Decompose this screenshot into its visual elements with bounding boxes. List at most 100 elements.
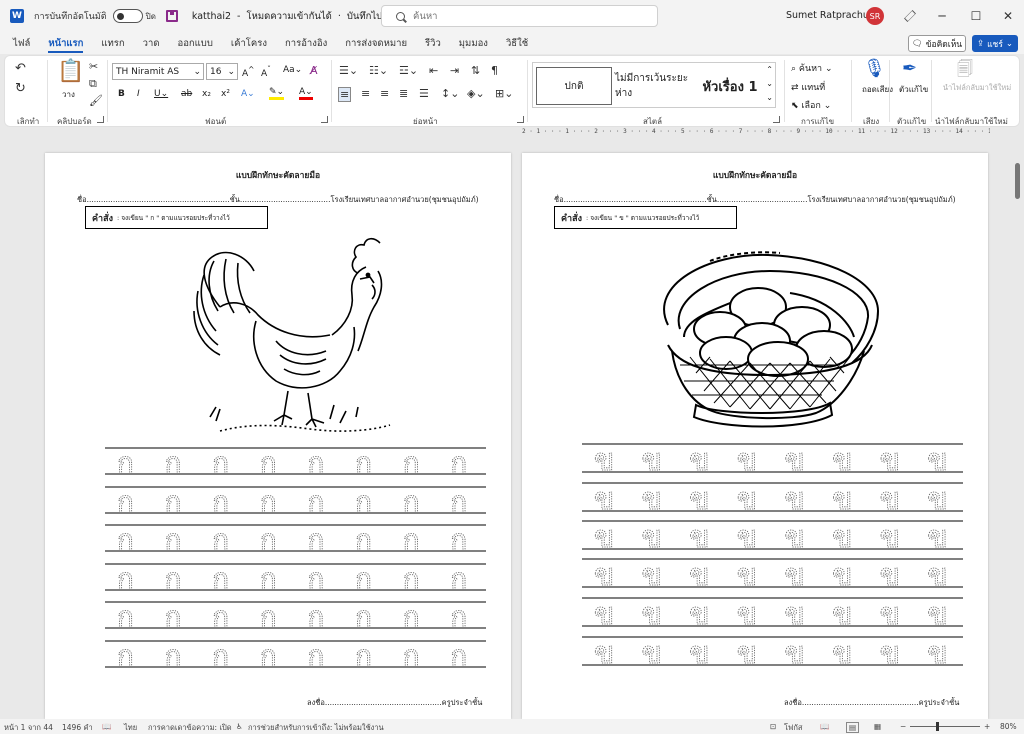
editor-button[interactable]: ตัวแก้ไข	[899, 83, 928, 96]
avatar[interactable]: SR	[866, 7, 884, 25]
save-icon[interactable]	[165, 10, 178, 22]
minimize-button[interactable]: ─	[932, 6, 952, 26]
accessibility-status[interactable]: การช่วยสำหรับการเข้าถึง: ไม่พร้อมใช้งาน	[248, 722, 384, 734]
find-button[interactable]: ⌕ ค้นหา ⌄	[791, 61, 833, 75]
tab-references[interactable]: การอ้างอิง	[276, 32, 336, 54]
user-name[interactable]: Sumet Ratprachum	[786, 10, 878, 21]
scroll-thumb[interactable]	[1015, 163, 1020, 199]
tracing-letter: ก	[307, 446, 324, 479]
clipboard-dialog-launcher[interactable]	[97, 116, 104, 123]
tab-draw[interactable]: วาด	[134, 32, 169, 54]
font-color-icon[interactable]: A⌄	[299, 87, 313, 100]
paste-icon[interactable]: 📋	[57, 61, 84, 83]
multilevel-list-icon[interactable]: ☲⌄	[399, 65, 418, 76]
comments-button[interactable]: 🗨 ข้อคิดเห็น	[908, 35, 966, 52]
highlight-icon[interactable]: ✎⌄	[269, 87, 285, 100]
tab-home[interactable]: หน้าแรก	[39, 32, 92, 54]
proofing-icon[interactable]: 📖	[102, 722, 111, 731]
text-prediction[interactable]: การคาดเดาข้อความ: เปิด	[148, 722, 232, 734]
text-effects-icon[interactable]: A⌄	[241, 89, 255, 99]
increase-indent-icon[interactable]: ⇥	[450, 65, 459, 76]
paragraph-dialog-launcher[interactable]	[517, 116, 524, 123]
underline-icon[interactable]: U⌄	[154, 89, 168, 99]
vertical-scrollbar[interactable]	[1015, 153, 1021, 719]
style-heading-1[interactable]: หัวเรื่อง 1	[695, 67, 765, 105]
tab-insert[interactable]: แทรก	[92, 32, 133, 54]
tab-view[interactable]: มุมมอง	[450, 32, 497, 54]
font-size-select[interactable]: 16 ⌄	[206, 63, 238, 80]
grow-font-icon[interactable]: A^	[242, 65, 254, 79]
justify-icon[interactable]: ≣	[399, 88, 408, 99]
style-normal[interactable]: ปกติ	[536, 67, 612, 105]
style-no-spacing[interactable]: ไม่มีการเว้นระยะห่าง	[615, 67, 691, 105]
line-spacing-icon[interactable]: ↕⌄	[441, 88, 459, 99]
microphone-icon[interactable]: 🎙	[863, 60, 886, 78]
share-button[interactable]: ⇪ แชร์ ⌄	[972, 35, 1018, 52]
zoom-in-icon[interactable]: +	[984, 722, 990, 731]
word-count[interactable]: 1496 คำ	[62, 722, 93, 734]
zoom-level[interactable]: 80%	[1000, 722, 1017, 731]
focus-button[interactable]: โฟกัส	[784, 722, 802, 734]
bullets-icon[interactable]: ☰⌄	[339, 65, 358, 76]
undo-icon[interactable]: ↶	[15, 62, 26, 75]
cut-icon[interactable]: ✂	[89, 61, 98, 72]
zoom-slider-thumb[interactable]	[936, 722, 939, 731]
decrease-indent-icon[interactable]: ⇤	[429, 65, 438, 76]
zoom-slider[interactable]	[910, 726, 980, 727]
tab-layout[interactable]: เค้าโครง	[222, 32, 276, 54]
borders-icon[interactable]: ⊞⌄	[495, 88, 513, 99]
strikethrough-icon[interactable]: ab	[181, 89, 192, 99]
align-right-icon[interactable]: ≡	[380, 88, 389, 99]
maximize-button[interactable]: ☐	[966, 6, 986, 26]
tracing-letter: ก	[117, 600, 134, 633]
numbering-icon[interactable]: ☷⌄	[369, 65, 388, 76]
font-name-select[interactable]: TH Niramit AS ⌄	[112, 63, 204, 80]
close-button[interactable]: ✕	[998, 6, 1018, 26]
bold-icon[interactable]: B	[118, 89, 125, 99]
more-styles-icon[interactable]: ⌄	[766, 93, 773, 102]
paste-label[interactable]: วาง	[62, 88, 75, 101]
styles-dialog-launcher[interactable]	[773, 116, 780, 123]
reuse-files-button[interactable]: นำไฟล์กลับมาใช้ใหม่	[937, 82, 1017, 94]
tab-help[interactable]: วิธีใช้	[497, 32, 537, 54]
align-center-icon[interactable]: ≡	[361, 88, 370, 99]
italic-icon[interactable]: I	[137, 89, 140, 99]
reuse-files-icon[interactable]: 🗐	[957, 61, 973, 77]
document-page-1[interactable]: แบบฝึกทักษะคัดลายมือ ชื่อ...............…	[45, 153, 511, 719]
clear-formatting-icon[interactable]: A̸	[310, 64, 318, 77]
read-mode-icon[interactable]: 📖	[820, 722, 829, 731]
web-layout-icon[interactable]: ▦	[874, 722, 881, 731]
print-layout-icon[interactable]: ▤	[846, 722, 860, 733]
tab-file[interactable]: ไฟล์	[4, 32, 39, 54]
search-input[interactable]	[413, 10, 613, 22]
format-painter-icon[interactable]: 🖌	[89, 95, 103, 106]
select-button[interactable]: ⬉ เลือก ⌄	[791, 98, 831, 112]
font-dialog-launcher[interactable]	[321, 116, 328, 123]
tab-review[interactable]: รีวิว	[416, 32, 450, 54]
editor-icon[interactable]: ✒	[902, 60, 917, 78]
subscript-icon[interactable]: x₂	[202, 89, 211, 99]
horizontal-ruler[interactable]: 2 · 1 · · · 1 · · · 2 · · · 3 · · · 4 · …	[522, 128, 990, 140]
align-left-icon[interactable]: ≡	[338, 87, 352, 102]
superscript-icon[interactable]: x²	[221, 89, 230, 99]
copy-icon[interactable]: ⧉	[89, 78, 97, 89]
show-marks-icon[interactable]: ¶	[491, 65, 498, 76]
distributed-icon[interactable]: ☰	[419, 88, 429, 99]
pen-icon[interactable]	[904, 10, 916, 22]
tab-design[interactable]: ออกแบบ	[169, 32, 222, 54]
tab-mailings[interactable]: การส่งจดหมาย	[336, 32, 416, 54]
zoom-out-icon[interactable]: −	[900, 722, 906, 731]
document-page-2[interactable]: แบบฝึกทักษะคัดลายมือ ชื่อ...............…	[522, 153, 988, 719]
language[interactable]: ไทย	[124, 722, 137, 734]
shrink-font-icon[interactable]: Aˇ	[261, 65, 271, 79]
change-case-icon[interactable]: Aa⌄	[283, 65, 302, 75]
autosave-toggle[interactable]	[112, 9, 143, 23]
shading-icon[interactable]: ◈⌄	[467, 88, 485, 99]
replace-button[interactable]: ⇄ แทนที่	[791, 80, 825, 94]
chevron-down-icon[interactable]: ⌄	[766, 79, 773, 88]
chevron-up-icon[interactable]: ⌃	[766, 65, 773, 74]
redo-icon[interactable]: ↻	[15, 82, 26, 95]
search-box[interactable]	[381, 5, 658, 27]
sort-icon[interactable]: ⇅	[471, 65, 480, 76]
page-count[interactable]: หน้า 1 จาก 44	[4, 722, 53, 734]
